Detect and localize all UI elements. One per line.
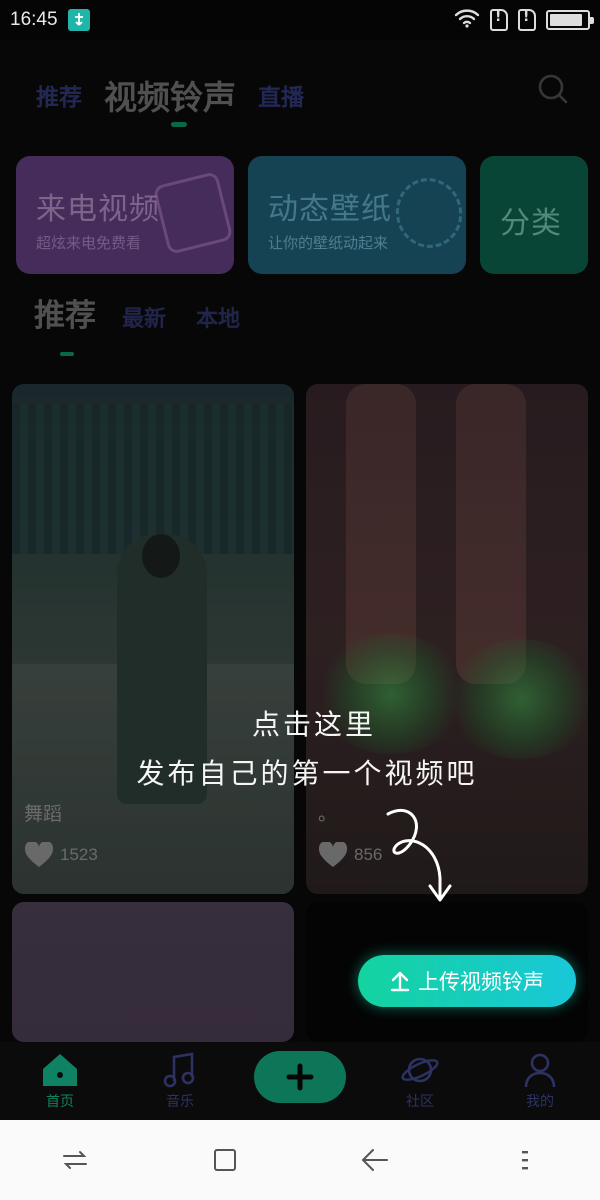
more-vertical-icon	[522, 1151, 528, 1170]
upload-button-label: 上传视频铃声	[418, 970, 544, 994]
like-number: 1523	[60, 845, 98, 864]
status-time: 16:45	[10, 9, 58, 30]
back-arrow-icon	[361, 1149, 388, 1171]
card-incoming-call-video[interactable]: 来电视频 超炫来电免费看	[16, 156, 234, 274]
sub-tabs: 推荐 最新 本地	[34, 290, 270, 335]
sim2-icon	[518, 9, 536, 31]
card-title: 分类	[500, 206, 562, 241]
person-icon	[524, 1053, 556, 1088]
home-button[interactable]	[205, 1140, 245, 1180]
video-title: 。	[318, 803, 338, 825]
search-icon	[538, 74, 568, 104]
active-subtab-indicator	[60, 352, 74, 356]
guide-text-line2: 发布自己的第一个视频吧	[136, 757, 478, 790]
thumbnail-head	[142, 534, 180, 578]
recent-apps-button[interactable]	[55, 1140, 95, 1180]
nav-label: 社区	[406, 1094, 434, 1110]
card-category[interactable]: 分类	[480, 156, 588, 274]
nav-music[interactable]: 音乐	[140, 1051, 220, 1111]
heart-icon	[318, 842, 348, 867]
music-note-icon	[163, 1052, 195, 1088]
upload-video-ringtone-button[interactable]: 上传视频铃声	[358, 955, 576, 1007]
like-count[interactable]: 1523	[24, 842, 98, 868]
category-cards: 来电视频 超炫来电免费看 动态壁纸 让你的壁纸动起来 分类	[16, 156, 588, 274]
video-thumbnail	[12, 404, 294, 554]
system-nav-bar	[0, 1120, 600, 1200]
planet-icon	[401, 1057, 439, 1083]
usb-icon	[67, 9, 90, 31]
square-icon	[214, 1149, 236, 1171]
subtab-recommend[interactable]: 推荐	[34, 290, 96, 335]
top-tabs: 推荐 视频铃声 直播	[36, 60, 580, 130]
create-button[interactable]	[254, 1051, 346, 1103]
nav-label: 首页	[46, 1094, 74, 1110]
status-bar: 16:45	[0, 0, 600, 40]
video-card[interactable]: 舞蹈 1523	[12, 384, 294, 894]
back-button[interactable]	[355, 1140, 395, 1180]
nav-label: 音乐	[166, 1094, 194, 1110]
guide-text-line1: 点击这里	[251, 708, 376, 741]
nav-create[interactable]	[254, 1051, 346, 1103]
upload-icon	[390, 971, 410, 992]
subtab-local[interactable]: 本地	[196, 301, 240, 333]
tab-live[interactable]: 直播	[258, 78, 304, 112]
search-button[interactable]	[536, 72, 570, 106]
wifi-icon	[454, 8, 480, 32]
tab-video-ringtone[interactable]: 视频铃声	[104, 71, 236, 119]
bottom-nav: 首页 音乐 社区 我的	[0, 1042, 600, 1120]
nav-profile[interactable]: 我的	[500, 1051, 580, 1111]
plus-icon	[286, 1063, 314, 1091]
heart-icon	[24, 842, 54, 867]
video-card[interactable]	[12, 902, 294, 1042]
nav-community[interactable]: 社区	[380, 1051, 460, 1111]
swap-icon	[63, 1151, 87, 1169]
nav-label: 我的	[526, 1094, 554, 1110]
menu-button[interactable]	[505, 1140, 545, 1180]
sim1-icon	[490, 9, 508, 31]
like-count[interactable]: 856	[318, 842, 382, 868]
tab-recommend[interactable]: 推荐	[36, 78, 82, 112]
curved-arrow-icon	[386, 808, 452, 902]
subtab-latest[interactable]: 最新	[122, 301, 166, 333]
nav-home[interactable]: 首页	[20, 1051, 100, 1111]
battery-icon	[546, 10, 594, 30]
active-tab-indicator	[171, 122, 187, 127]
video-title: 舞蹈	[24, 803, 63, 825]
like-number: 856	[354, 845, 383, 864]
card-live-wallpaper[interactable]: 动态壁纸 让你的壁纸动起来	[248, 156, 466, 274]
home-icon	[43, 1054, 77, 1086]
